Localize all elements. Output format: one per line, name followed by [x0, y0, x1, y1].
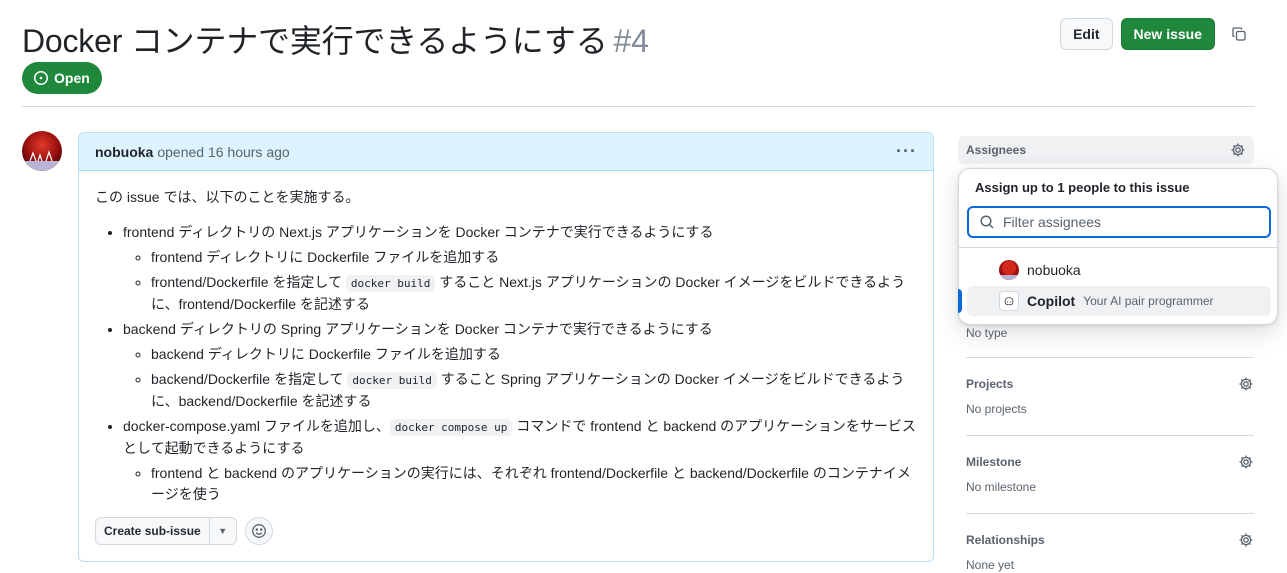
add-reaction-icon[interactable] [244, 517, 273, 545]
relationships-section: Relationships None yet [966, 530, 1254, 572]
relationships-value: None yet [966, 558, 1015, 572]
list-item-text: backend ディレクトリの Spring アプリケーションを Docker … [123, 321, 713, 337]
comment-intro: この issue では、以下のことを実施する。 [95, 189, 360, 205]
inline-code: docker build [347, 372, 437, 389]
comment-author-link[interactable]: nobuoka [95, 144, 153, 160]
header-actions: Edit New issue [1060, 18, 1255, 50]
chevron-down-icon[interactable]: ▼ [210, 518, 236, 544]
milestone-section: Milestone No milestone [966, 452, 1254, 494]
sidebar-divider [966, 513, 1254, 514]
sub-list-item-text: frontend と backend のアプリケーションの実行には、それぞれ f… [151, 465, 911, 502]
avatar [999, 260, 1019, 280]
inline-code: docker compose up [389, 419, 513, 436]
list-item: docker-compose.yaml ファイルを追加し、docker comp… [123, 416, 917, 505]
create-sub-issue-split-button: Create sub-issue ▼ [95, 517, 237, 545]
issue-header: Docker コンテナで実行できるようにする #4 Open Edit New i… [22, 0, 1255, 107]
assignees-label: Assignees [966, 143, 1027, 157]
assignee-option-name: Copilot [1027, 293, 1076, 309]
issue-number: #4 [613, 23, 649, 59]
comment-options-icon[interactable]: ··· [896, 141, 917, 162]
active-item-indicator [958, 289, 962, 313]
issue-title: Docker コンテナで実行できるようにする #4 [22, 16, 649, 62]
filter-assignees-input[interactable] [1003, 214, 1253, 230]
sidebar-divider [966, 357, 1254, 358]
comment-body: この issue では、以下のことを実施する。 frontend ディレクトリの… [79, 171, 933, 505]
type-value: No type [966, 326, 1008, 340]
assignees-header-button[interactable]: Assignees [958, 136, 1254, 164]
comment-header: nobuoka opened 16 hours ago ··· [79, 133, 933, 171]
sub-list-item: backend ディレクトリに Dockerfile ファイルを追加する [151, 344, 917, 365]
sidebar-divider [966, 435, 1254, 436]
sub-list-item: frontend と backend のアプリケーションの実行には、それぞれ f… [151, 463, 917, 505]
sub-list: backend ディレクトリに Dockerfile ファイルを追加する bac… [123, 344, 917, 412]
issue-body-comment: nobuoka opened 16 hours ago ··· この issue… [78, 132, 934, 562]
assignee-option-name: nobuoka [1027, 262, 1081, 278]
milestone-label: Milestone [966, 455, 1022, 469]
issue-open-icon [34, 71, 48, 85]
copy-icon[interactable] [1223, 18, 1255, 50]
sub-list-item-text: backend/Dockerfile を指定して [151, 371, 348, 387]
assignee-option-description: Your AI pair programmer [1083, 294, 1214, 308]
sub-list-item: frontend ディレクトリに Dockerfile ファイルを追加する [151, 247, 917, 268]
gear-icon[interactable] [1238, 532, 1254, 548]
sub-list-item-text: frontend/Dockerfile を指定して [151, 274, 346, 290]
assignee-option-copilot[interactable]: Copilot Your AI pair programmer [967, 286, 1271, 316]
sub-list: frontend ディレクトリに Dockerfile ファイルを追加する fr… [123, 247, 917, 315]
new-issue-button[interactable]: New issue [1120, 18, 1215, 50]
gear-icon[interactable] [1238, 376, 1254, 392]
list-item: backend ディレクトリの Spring アプリケーションを Docker … [123, 319, 917, 412]
comment-timestamp[interactable]: opened 16 hours ago [157, 144, 289, 160]
list-item-text: frontend ディレクトリの Next.js アプリケーションを Docke… [123, 224, 714, 240]
copilot-icon [999, 291, 1019, 311]
sub-list-item-text: backend ディレクトリに Dockerfile ファイルを追加する [151, 346, 501, 362]
author-avatar[interactable] [22, 131, 62, 171]
issue-state-label: Open [54, 70, 90, 86]
list-item: frontend ディレクトリの Next.js アプリケーションを Docke… [123, 222, 917, 315]
relationships-label: Relationships [966, 533, 1045, 547]
assignee-picker-overlay: Assign up to 1 people to this issue nobu… [958, 168, 1278, 325]
projects-label: Projects [966, 377, 1014, 391]
gear-icon[interactable] [1238, 454, 1254, 470]
inline-code: docker build [345, 275, 436, 292]
overlay-divider [959, 247, 1277, 248]
list-item-text: docker-compose.yaml ファイルを追加し、 [123, 418, 390, 434]
comment-footer: Create sub-issue ▼ [95, 517, 273, 545]
search-icon [980, 215, 994, 229]
filter-assignees-field[interactable] [967, 206, 1271, 238]
milestone-value: No milestone [966, 480, 1037, 494]
edit-button[interactable]: Edit [1060, 18, 1113, 50]
sub-list-item: backend/Dockerfile を指定して docker build する… [151, 369, 917, 412]
projects-value: No projects [966, 402, 1027, 416]
assignee-option-nobuoka[interactable]: nobuoka [967, 255, 1271, 285]
projects-section: Projects No projects [966, 374, 1254, 416]
create-sub-issue-button[interactable]: Create sub-issue [96, 518, 210, 544]
task-list: frontend ディレクトリの Next.js アプリケーションを Docke… [95, 222, 917, 505]
sub-list-item-text: frontend ディレクトリに Dockerfile ファイルを追加する [151, 249, 500, 265]
issue-state-badge: Open [22, 62, 102, 94]
issue-title-text: Docker コンテナで実行できるようにする [22, 23, 608, 59]
type-section: No type [966, 326, 1254, 340]
overlay-title: Assign up to 1 people to this issue [975, 180, 1190, 195]
gear-icon[interactable] [1230, 142, 1246, 158]
sub-list-item: frontend/Dockerfile を指定して docker build す… [151, 272, 917, 315]
sub-list: frontend と backend のアプリケーションの実行には、それぞれ f… [123, 463, 917, 505]
